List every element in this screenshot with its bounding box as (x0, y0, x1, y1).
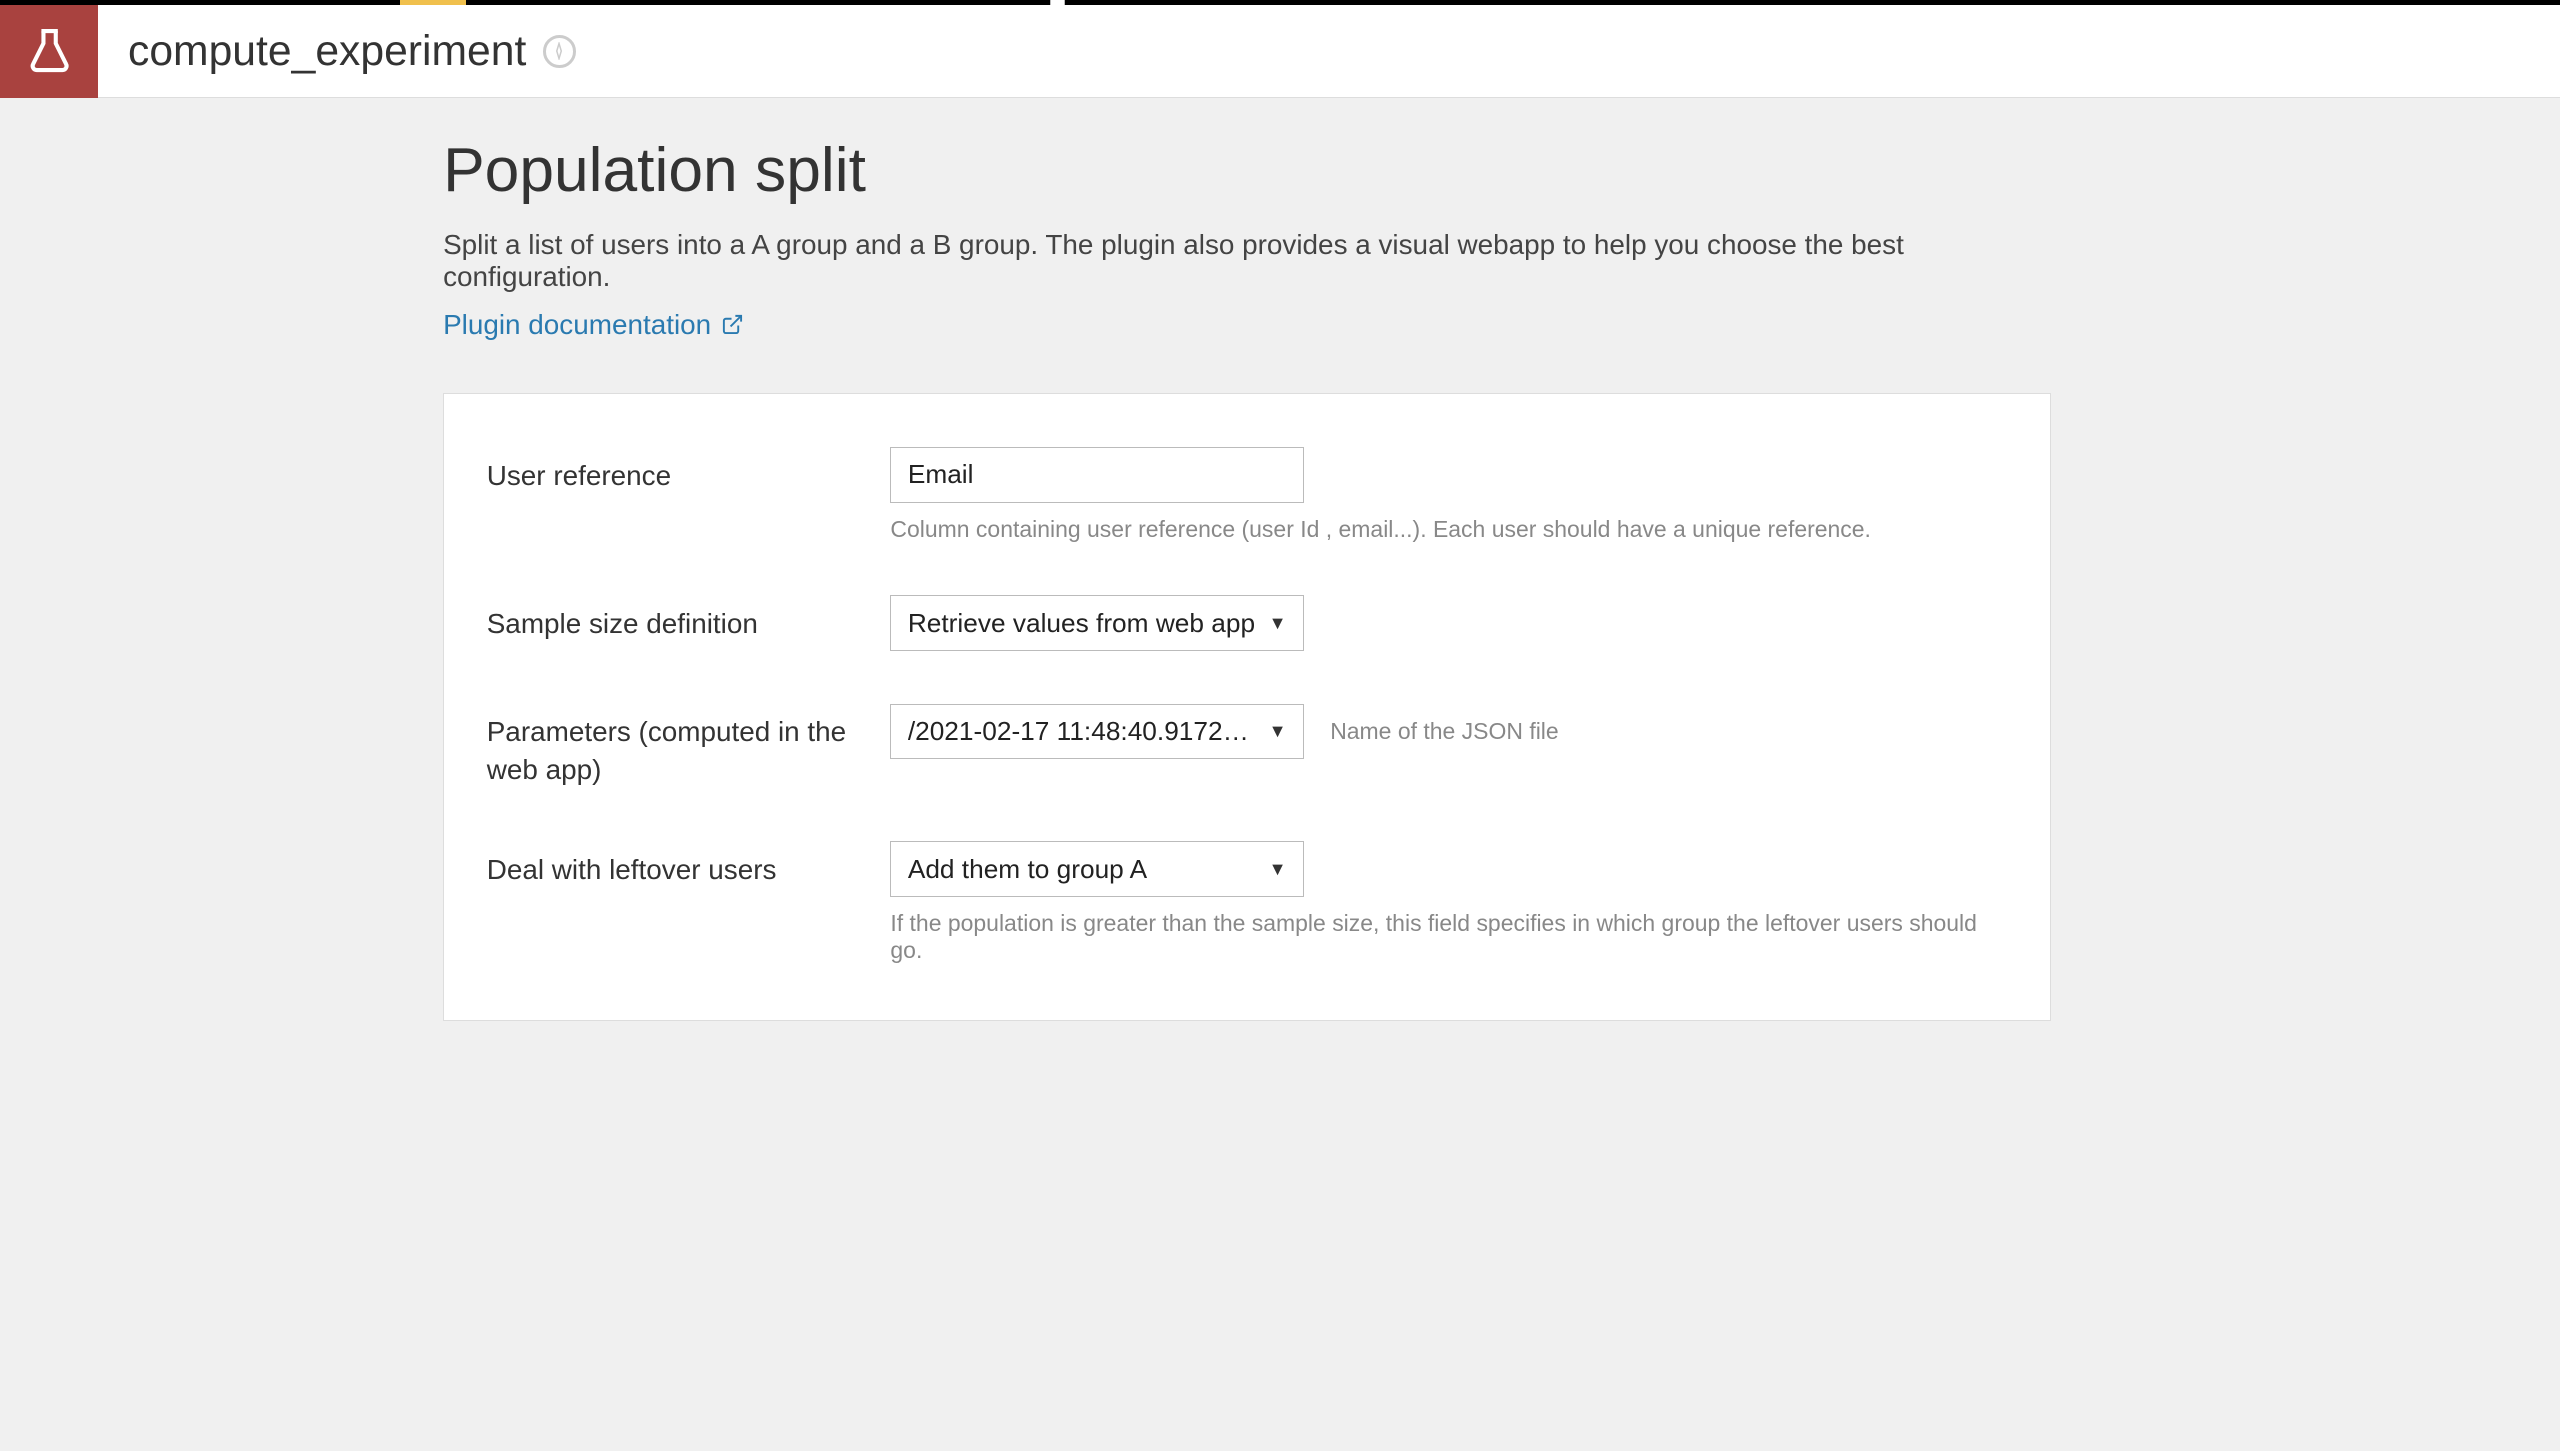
chevron-down-icon: ▼ (1269, 613, 1287, 634)
plugin-documentation-label: Plugin documentation (443, 309, 711, 341)
parameters-value: /2021-02-17 11:48:40.917264.json (908, 716, 1256, 747)
leftover-select[interactable]: Add them to group A ▼ (890, 841, 1304, 897)
chevron-down-icon: ▼ (1269, 859, 1287, 880)
user-reference-label: User reference (487, 447, 891, 494)
recipe-type-icon[interactable] (0, 4, 98, 98)
sample-size-value: Retrieve values from web app (908, 608, 1255, 639)
leftover-value: Add them to group A (908, 854, 1147, 885)
leftover-help: If the population is greater than the sa… (890, 910, 2007, 964)
sample-size-select[interactable]: Retrieve values from web app ▼ (890, 595, 1304, 651)
user-reference-help: Column containing user reference (user I… (890, 516, 2007, 543)
settings-panel: User reference Column containing user re… (443, 393, 2051, 1021)
chevron-down-icon: ▼ (1269, 721, 1287, 742)
plugin-documentation-link[interactable]: Plugin documentation (443, 309, 744, 341)
recipe-title[interactable]: compute_experiment (128, 27, 526, 76)
compass-icon[interactable] (543, 35, 576, 68)
user-reference-input[interactable] (890, 447, 1304, 503)
parameters-label: Parameters (computed in the web app) (487, 704, 891, 789)
header-bar: compute_experiment Summary Settings Inpu… (0, 5, 2560, 99)
parameters-side-help: Name of the JSON file (1330, 718, 1559, 745)
page-description: Split a list of users into a A group and… (443, 229, 2051, 293)
parameters-select[interactable]: /2021-02-17 11:48:40.917264.json ▼ (890, 704, 1304, 760)
leftover-label: Deal with leftover users (487, 841, 891, 888)
sample-size-label: Sample size definition (487, 595, 891, 642)
page-title: Population split (443, 135, 2051, 206)
external-link-icon (721, 313, 744, 336)
window-top-accent (0, 0, 2560, 5)
